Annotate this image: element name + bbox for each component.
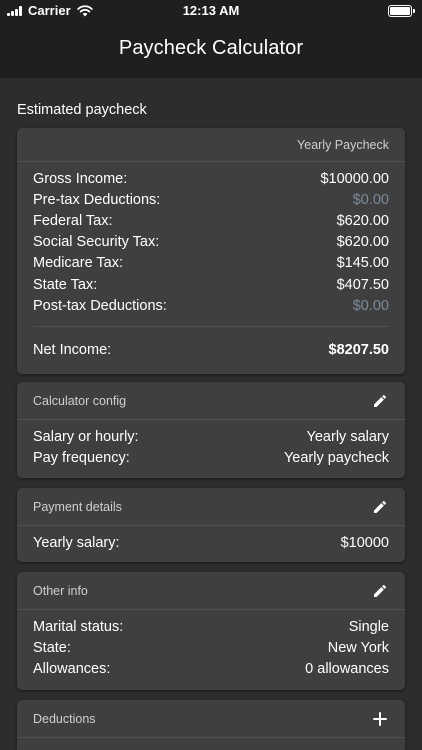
section-title-estimated-paycheck: Estimated paycheck — [17, 102, 147, 118]
other-info-title: Other info — [33, 583, 88, 598]
row-net-income: Net Income: $8207.50 — [33, 327, 389, 373]
medicare-tax-value: $145.00 — [336, 255, 389, 272]
edit-other-info-button[interactable] — [371, 582, 389, 600]
medicare-tax-label: Medicare Tax: — [33, 255, 123, 272]
row-pay-frequency: Pay frequency: Yearly paycheck — [33, 447, 389, 468]
row-pretax-deductions: Pre-tax Deductions: $0.00 — [33, 189, 389, 210]
posttax-deductions-value: $0.00 — [352, 297, 389, 314]
row-salary-or-hourly: Salary or hourly: Yearly salary — [33, 426, 389, 447]
row-marital-status: Marital status: Single — [33, 616, 389, 637]
row-state: State: New York — [33, 637, 389, 658]
net-income-label: Net Income: — [33, 342, 112, 359]
allowances-label: Allowances: — [33, 660, 111, 677]
estimated-paycheck-header: Yearly Paycheck — [17, 128, 405, 162]
state-label: State: — [33, 639, 71, 656]
deductions-header: Deductions — [17, 700, 405, 738]
net-income-value: $8207.50 — [328, 342, 389, 359]
allowances-value: 0 allowances — [305, 660, 389, 677]
deductions-card: Deductions — [17, 700, 405, 750]
yearly-salary-label: Yearly salary: — [33, 534, 120, 551]
state-value: New York — [327, 639, 389, 656]
row-allowances: Allowances: 0 allowances — [33, 658, 389, 679]
row-posttax-deductions: Post-tax Deductions: $0.00 — [33, 295, 389, 316]
salary-or-hourly-label: Salary or hourly: — [33, 428, 139, 445]
other-info-card: Other info Marital status: Single State:… — [17, 572, 405, 690]
other-info-body: Marital status: Single State: New York A… — [17, 610, 405, 688]
calculator-config-card: Calculator config Salary or hourly: Year… — [17, 382, 405, 478]
row-gross-income: Gross Income: $10000.00 — [33, 168, 389, 189]
payment-details-header: Payment details — [17, 488, 405, 526]
row-state-tax: State Tax: $407.50 — [33, 274, 389, 295]
pencil-icon — [374, 500, 387, 513]
estimated-paycheck-card: Yearly Paycheck Gross Income: $10000.00 … — [17, 128, 405, 374]
yearly-salary-value: $10000 — [340, 534, 389, 551]
row-federal-tax: Federal Tax: $620.00 — [33, 210, 389, 231]
add-deduction-button[interactable] — [371, 710, 389, 728]
battery-icon — [388, 5, 415, 17]
marital-status-value: Single — [348, 618, 389, 635]
state-tax-label: State Tax: — [33, 276, 98, 293]
page-title: Paycheck Calculator — [118, 37, 304, 59]
navigation-bar: Paycheck Calculator — [0, 22, 422, 78]
deductions-title: Deductions — [33, 711, 96, 726]
state-tax-value: $407.50 — [336, 276, 389, 293]
edit-payment-details-button[interactable] — [371, 498, 389, 516]
row-medicare-tax: Medicare Tax: $145.00 — [33, 253, 389, 274]
status-bar: Carrier 12:13 AM — [0, 0, 422, 22]
federal-tax-value: $620.00 — [336, 212, 389, 229]
gross-income-value: $10000.00 — [320, 170, 389, 187]
pay-frequency-value: Yearly paycheck — [283, 449, 389, 466]
pencil-icon — [374, 584, 387, 597]
pay-frequency-label: Pay frequency: — [33, 449, 130, 466]
payment-details-body: Yearly salary: $10000 — [17, 526, 405, 561]
calculator-config-title: Calculator config — [33, 393, 127, 408]
salary-or-hourly-value: Yearly salary — [306, 428, 389, 445]
plus-icon — [373, 711, 387, 726]
paycheck-period-label: Yearly Paycheck — [297, 137, 389, 152]
other-info-header: Other info — [17, 572, 405, 610]
payment-details-card: Payment details Yearly salary: $10000 — [17, 488, 405, 562]
calculator-config-header: Calculator config — [17, 382, 405, 420]
federal-tax-label: Federal Tax: — [33, 212, 113, 229]
pretax-deductions-value: $0.00 — [352, 191, 389, 208]
marital-status-label: Marital status: — [33, 618, 124, 635]
posttax-deductions-label: Post-tax Deductions: — [33, 297, 167, 314]
row-social-security-tax: Social Security Tax: $620.00 — [33, 232, 389, 253]
estimated-paycheck-body: Gross Income: $10000.00 Pre-tax Deductio… — [17, 162, 405, 373]
gross-income-label: Gross Income: — [33, 170, 128, 187]
payment-details-title: Payment details — [33, 499, 122, 514]
pretax-deductions-label: Pre-tax Deductions: — [33, 191, 161, 208]
calculator-config-body: Salary or hourly: Yearly salary Pay freq… — [17, 420, 405, 476]
row-yearly-salary: Yearly salary: $10000 — [33, 532, 389, 553]
social-security-tax-label: Social Security Tax: — [33, 234, 160, 251]
edit-calculator-config-button[interactable] — [371, 392, 389, 410]
social-security-tax-value: $620.00 — [336, 234, 389, 251]
pencil-icon — [374, 394, 387, 407]
status-time: 12:13 AM — [182, 3, 240, 18]
